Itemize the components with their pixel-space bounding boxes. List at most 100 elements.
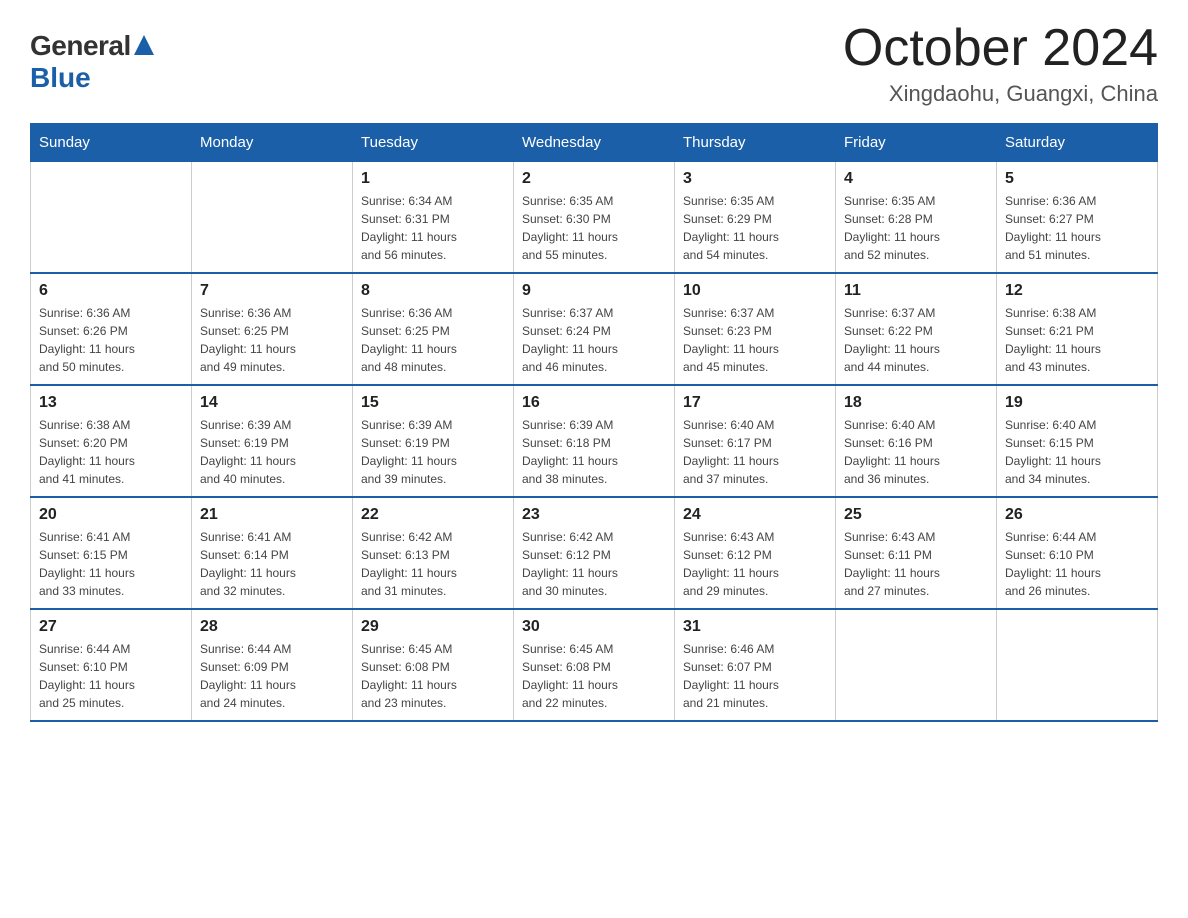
day-number: 28	[200, 618, 344, 636]
calendar-cell: 18 Sunrise: 6:40 AM Sunset: 6:16 PM Dayli…	[836, 385, 997, 497]
calendar-cell	[31, 162, 192, 274]
day-info: Sunrise: 6:39 AM Sunset: 6:19 PM Dayligh…	[200, 416, 344, 488]
calendar-cell: 21 Sunrise: 6:41 AM Sunset: 6:14 PM Dayli…	[192, 497, 353, 609]
day-number: 7	[200, 282, 344, 300]
calendar-cell: 3 Sunrise: 6:35 AM Sunset: 6:29 PM Daylig…	[675, 162, 836, 274]
calendar-cell: 11 Sunrise: 6:37 AM Sunset: 6:22 PM Dayli…	[836, 273, 997, 385]
calendar-cell	[192, 162, 353, 274]
day-info: Sunrise: 6:36 AM Sunset: 6:25 PM Dayligh…	[200, 304, 344, 376]
day-number: 23	[522, 506, 666, 524]
calendar-cell: 25 Sunrise: 6:43 AM Sunset: 6:11 PM Dayli…	[836, 497, 997, 609]
calendar-cell: 2 Sunrise: 6:35 AM Sunset: 6:30 PM Daylig…	[514, 162, 675, 274]
day-header-saturday: Saturday	[997, 124, 1158, 162]
calendar-cell	[997, 609, 1158, 721]
logo-triangle-icon	[134, 35, 154, 55]
day-info: Sunrise: 6:40 AM Sunset: 6:16 PM Dayligh…	[844, 416, 988, 488]
day-number: 16	[522, 394, 666, 412]
day-number: 5	[1005, 170, 1149, 188]
day-info: Sunrise: 6:41 AM Sunset: 6:14 PM Dayligh…	[200, 528, 344, 600]
calendar-table: SundayMondayTuesdayWednesdayThursdayFrid…	[30, 123, 1158, 722]
day-number: 27	[39, 618, 183, 636]
day-info: Sunrise: 6:40 AM Sunset: 6:17 PM Dayligh…	[683, 416, 827, 488]
day-info: Sunrise: 6:37 AM Sunset: 6:24 PM Dayligh…	[522, 304, 666, 376]
title-area: October 2024 Xingdaohu, Guangxi, China	[843, 20, 1158, 107]
day-info: Sunrise: 6:36 AM Sunset: 6:25 PM Dayligh…	[361, 304, 505, 376]
day-number: 25	[844, 506, 988, 524]
day-number: 19	[1005, 394, 1149, 412]
day-number: 15	[361, 394, 505, 412]
day-header-wednesday: Wednesday	[514, 124, 675, 162]
day-info: Sunrise: 6:35 AM Sunset: 6:30 PM Dayligh…	[522, 192, 666, 264]
day-number: 8	[361, 282, 505, 300]
day-header-friday: Friday	[836, 124, 997, 162]
day-number: 6	[39, 282, 183, 300]
calendar-cell: 30Sunrise: 6:45 AM Sunset: 6:08 PM Dayli…	[514, 609, 675, 721]
day-info: Sunrise: 6:45 AM Sunset: 6:08 PM Dayligh…	[361, 640, 505, 712]
week-row-5: 27 Sunrise: 6:44 AM Sunset: 6:10 PM Dayli…	[31, 609, 1158, 721]
day-info: Sunrise: 6:37 AM Sunset: 6:22 PM Dayligh…	[844, 304, 988, 376]
day-info: Sunrise: 6:38 AM Sunset: 6:20 PM Dayligh…	[39, 416, 183, 488]
day-info: Sunrise: 6:41 AM Sunset: 6:15 PM Dayligh…	[39, 528, 183, 600]
day-info: Sunrise: 6:40 AM Sunset: 6:15 PM Dayligh…	[1005, 416, 1149, 488]
calendar-cell: 7 Sunrise: 6:36 AM Sunset: 6:25 PM Daylig…	[192, 273, 353, 385]
calendar-cell: 12 Sunrise: 6:38 AM Sunset: 6:21 PM Dayli…	[997, 273, 1158, 385]
day-number: 26	[1005, 506, 1149, 524]
day-header-thursday: Thursday	[675, 124, 836, 162]
day-info: Sunrise: 6:38 AM Sunset: 6:21 PM Dayligh…	[1005, 304, 1149, 376]
calendar-cell: 20 Sunrise: 6:41 AM Sunset: 6:15 PM Dayli…	[31, 497, 192, 609]
header: General Blue October 2024 Xingdaohu, Gua…	[30, 20, 1158, 107]
day-number: 1	[361, 170, 505, 188]
day-number: 21	[200, 506, 344, 524]
calendar-header-row: SundayMondayTuesdayWednesdayThursdayFrid…	[31, 124, 1158, 162]
day-number: 13	[39, 394, 183, 412]
day-number: 20	[39, 506, 183, 524]
calendar-cell: 31 Sunrise: 6:46 AM Sunset: 6:07 PM Dayli…	[675, 609, 836, 721]
day-info: Sunrise: 6:44 AM Sunset: 6:10 PM Dayligh…	[1005, 528, 1149, 600]
day-info: Sunrise: 6:42 AM Sunset: 6:13 PM Dayligh…	[361, 528, 505, 600]
calendar-cell: 10Sunrise: 6:37 AM Sunset: 6:23 PM Dayli…	[675, 273, 836, 385]
calendar-cell: 28 Sunrise: 6:44 AM Sunset: 6:09 PM Dayli…	[192, 609, 353, 721]
calendar-cell: 29 Sunrise: 6:45 AM Sunset: 6:08 PM Dayli…	[353, 609, 514, 721]
week-row-2: 6 Sunrise: 6:36 AM Sunset: 6:26 PM Daylig…	[31, 273, 1158, 385]
calendar-cell: 4Sunrise: 6:35 AM Sunset: 6:28 PM Daylig…	[836, 162, 997, 274]
day-number: 29	[361, 618, 505, 636]
logo-blue-text: Blue	[30, 62, 91, 93]
day-number: 24	[683, 506, 827, 524]
day-info: Sunrise: 6:43 AM Sunset: 6:12 PM Dayligh…	[683, 528, 827, 600]
calendar-cell: 1Sunrise: 6:34 AM Sunset: 6:31 PM Daylig…	[353, 162, 514, 274]
day-info: Sunrise: 6:36 AM Sunset: 6:26 PM Dayligh…	[39, 304, 183, 376]
calendar-cell: 9 Sunrise: 6:37 AM Sunset: 6:24 PM Daylig…	[514, 273, 675, 385]
day-number: 31	[683, 618, 827, 636]
month-title: October 2024	[843, 20, 1158, 77]
location-text: Xingdaohu, Guangxi, China	[843, 81, 1158, 107]
day-info: Sunrise: 6:35 AM Sunset: 6:29 PM Dayligh…	[683, 192, 827, 264]
day-number: 14	[200, 394, 344, 412]
day-number: 3	[683, 170, 827, 188]
week-row-1: 1Sunrise: 6:34 AM Sunset: 6:31 PM Daylig…	[31, 162, 1158, 274]
day-info: Sunrise: 6:44 AM Sunset: 6:10 PM Dayligh…	[39, 640, 183, 712]
day-header-monday: Monday	[192, 124, 353, 162]
day-number: 2	[522, 170, 666, 188]
logo: General Blue	[30, 30, 156, 94]
day-number: 4	[844, 170, 988, 188]
calendar-cell: 23Sunrise: 6:42 AM Sunset: 6:12 PM Dayli…	[514, 497, 675, 609]
calendar-cell	[836, 609, 997, 721]
day-info: Sunrise: 6:36 AM Sunset: 6:27 PM Dayligh…	[1005, 192, 1149, 264]
day-header-sunday: Sunday	[31, 124, 192, 162]
day-info: Sunrise: 6:45 AM Sunset: 6:08 PM Dayligh…	[522, 640, 666, 712]
calendar-cell: 5 Sunrise: 6:36 AM Sunset: 6:27 PM Daylig…	[997, 162, 1158, 274]
day-info: Sunrise: 6:43 AM Sunset: 6:11 PM Dayligh…	[844, 528, 988, 600]
calendar-cell: 26 Sunrise: 6:44 AM Sunset: 6:10 PM Dayli…	[997, 497, 1158, 609]
day-number: 9	[522, 282, 666, 300]
day-number: 18	[844, 394, 988, 412]
day-number: 12	[1005, 282, 1149, 300]
day-header-tuesday: Tuesday	[353, 124, 514, 162]
calendar-cell: 13 Sunrise: 6:38 AM Sunset: 6:20 PM Dayli…	[31, 385, 192, 497]
week-row-4: 20 Sunrise: 6:41 AM Sunset: 6:15 PM Dayli…	[31, 497, 1158, 609]
calendar-cell: 16Sunrise: 6:39 AM Sunset: 6:18 PM Dayli…	[514, 385, 675, 497]
day-info: Sunrise: 6:46 AM Sunset: 6:07 PM Dayligh…	[683, 640, 827, 712]
day-info: Sunrise: 6:44 AM Sunset: 6:09 PM Dayligh…	[200, 640, 344, 712]
day-info: Sunrise: 6:37 AM Sunset: 6:23 PM Dayligh…	[683, 304, 827, 376]
calendar-cell: 15Sunrise: 6:39 AM Sunset: 6:19 PM Dayli…	[353, 385, 514, 497]
day-number: 11	[844, 282, 988, 300]
